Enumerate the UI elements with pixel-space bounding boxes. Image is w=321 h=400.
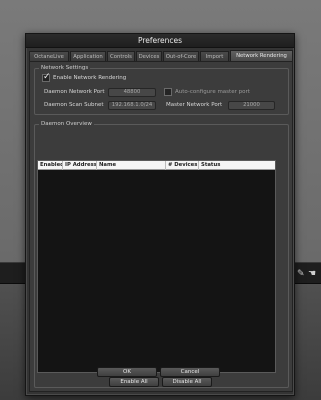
master-network-port-label: Master Network Port	[166, 102, 223, 108]
wrench-icon[interactable]: ✎	[297, 269, 307, 279]
column-name[interactable]: Name	[97, 161, 166, 170]
master-network-port-field[interactable]: 21000	[228, 101, 275, 110]
enable-network-rendering-label: Enable Network Rendering	[53, 75, 127, 81]
network-settings-group: Network Settings ✓ Enable Network Render…	[34, 63, 289, 115]
ok-button[interactable]: OK	[97, 367, 157, 377]
disable-all-button[interactable]: Disable All	[162, 377, 212, 387]
dialog-title: Preferences	[26, 34, 294, 48]
tab-application[interactable]: Application	[70, 51, 106, 61]
daemon-network-port-field[interactable]: 48800	[108, 88, 156, 97]
column-ip-address[interactable]: IP Address	[63, 161, 97, 170]
daemon-network-port-label: Daemon Network Port	[44, 89, 105, 95]
enable-all-button[interactable]: Enable All	[109, 377, 159, 387]
tab-devices[interactable]: Devices	[136, 51, 162, 61]
daemon-table[interactable]: Enabled IP Address Name # Devices Status	[37, 160, 276, 373]
tab-import[interactable]: Import	[200, 51, 229, 61]
tab-network-rendering[interactable]: Network Rendering	[230, 50, 293, 61]
tab-octanelive[interactable]: OctaneLive	[29, 51, 69, 61]
cancel-button[interactable]: Cancel	[160, 367, 220, 377]
tab-bar: OctaneLive Application Controls Devices …	[29, 50, 293, 61]
daemon-table-header: Enabled IP Address Name # Devices Status	[38, 161, 275, 170]
preferences-dialog: Preferences OctaneLive Application Contr…	[25, 33, 295, 396]
column-devices[interactable]: # Devices	[166, 161, 199, 170]
column-enabled[interactable]: Enabled	[38, 161, 63, 170]
column-status[interactable]: Status	[199, 161, 275, 170]
daemon-scan-subnet-label: Daemon Scan Subnet	[44, 102, 104, 108]
auto-configure-master-port-label: Auto-configure master port	[175, 89, 250, 95]
enable-network-rendering-checkbox[interactable]: ✓	[42, 72, 51, 82]
daemon-overview-title: Daemon Overview	[39, 119, 94, 129]
hand-icon[interactable]: ☚	[308, 269, 318, 279]
daemon-scan-subnet-field[interactable]: 192.168.1.0/24	[108, 101, 156, 110]
checkmark-icon: ✓	[43, 72, 51, 82]
network-rendering-panel: Network Settings ✓ Enable Network Render…	[29, 61, 293, 392]
tab-controls[interactable]: Controls	[107, 51, 135, 61]
tab-out-of-core[interactable]: Out-of-Core	[163, 51, 199, 61]
auto-configure-master-port-checkbox[interactable]	[164, 88, 172, 96]
